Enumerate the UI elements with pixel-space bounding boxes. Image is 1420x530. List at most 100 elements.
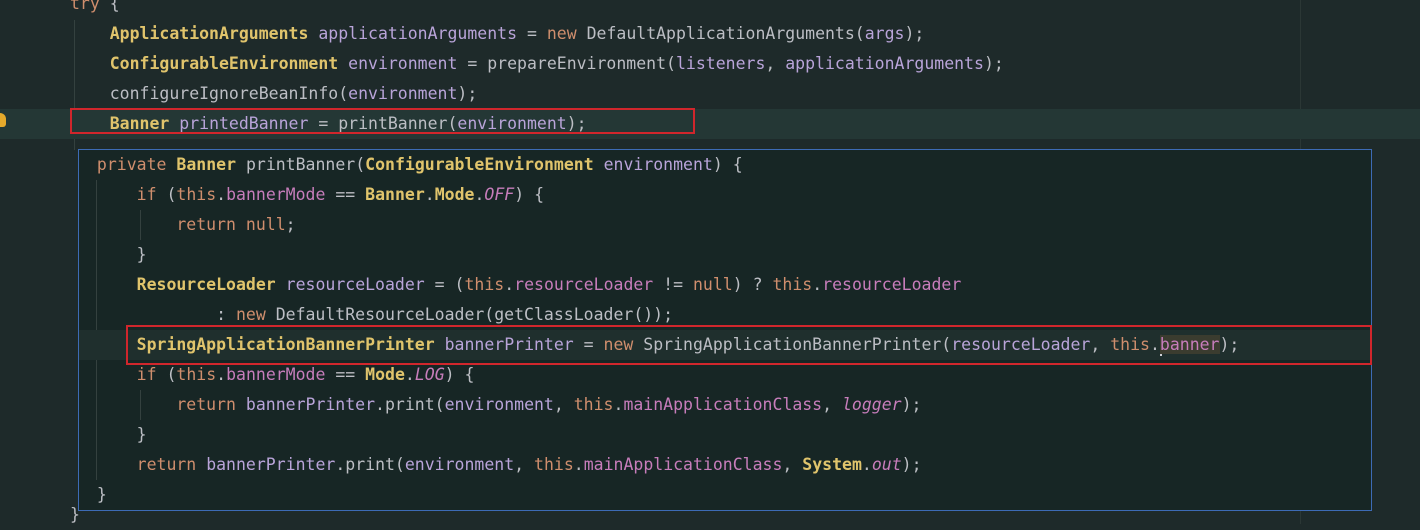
code-token: Banner (176, 155, 237, 174)
code-token: = ( (424, 275, 465, 294)
popup-line-if-off[interactable]: if (this.bannerMode == Banner.Mode.OFF) … (79, 180, 1371, 210)
code-token: if (136, 365, 157, 384)
code-token: , (1090, 335, 1111, 354)
code-token: ( (156, 365, 177, 384)
code-token: ); (566, 114, 587, 133)
code-token: ConfigurableEnvironment (109, 54, 339, 73)
code-token: ApplicationArguments (109, 24, 309, 43)
code-token: ); (1219, 335, 1240, 354)
code-token: . (613, 395, 624, 414)
code-token: LOG (414, 365, 445, 384)
code-token: . (216, 185, 227, 204)
code-token: environment (603, 155, 713, 174)
code-token: ) { (514, 185, 545, 204)
line-content: private Banner printBanner(ConfigurableE… (79, 155, 743, 174)
popup-line-default-loader[interactable]: : new DefaultResourceLoader(getClassLoad… (79, 300, 1371, 330)
code-editor[interactable]: try { ApplicationArguments applicationAr… (0, 0, 1420, 524)
code-token: resourceLoader (285, 275, 425, 294)
code-token: Mode (434, 185, 475, 204)
code-token: != (653, 275, 693, 294)
code-token: if (136, 185, 157, 204)
code-token: , (514, 455, 535, 474)
code-token: this (573, 395, 614, 414)
line-content: return bannerPrinter.print(environment, … (79, 395, 921, 414)
lightbulb-icon[interactable] (0, 113, 6, 127)
code-token: ); (901, 395, 922, 414)
code-token: environment (404, 455, 515, 474)
code-token: , (822, 395, 842, 414)
line-content: configureIgnoreBeanInfo(environment); (0, 84, 478, 103)
popup-line-return-logger[interactable]: return bannerPrinter.print(environment, … (79, 390, 1371, 420)
code-token: this (772, 275, 813, 294)
code-token: return (176, 215, 236, 234)
code-line-environment[interactable]: ConfigurableEnvironment environment = pr… (0, 49, 1420, 79)
code-token: .print( (335, 455, 405, 474)
quick-definition-popup[interactable]: private Banner printBanner(ConfigurableE… (78, 149, 1372, 511)
code-token: bannerPrinter (444, 335, 574, 354)
code-token: DefaultResourceLoader(getClassLoader()); (265, 305, 674, 324)
popup-line-return-null[interactable]: return null; (79, 210, 1371, 240)
code-token: } (136, 425, 147, 444)
code-token: ( (156, 185, 177, 204)
code-line-printed-banner[interactable]: Banner printedBanner = printBanner(envir… (0, 109, 1420, 139)
code-token: ) { (712, 155, 743, 174)
code-token: this (534, 455, 574, 474)
code-token: = (517, 24, 547, 43)
code-token: new (546, 24, 577, 43)
code-token: ) { (444, 365, 475, 384)
code-token: . (424, 185, 435, 204)
code-token: applicationArguments (318, 24, 518, 43)
code-token: . (861, 455, 872, 474)
code-token: resourceLoader (514, 275, 654, 294)
line-content: } (79, 485, 107, 504)
code-token: resourceLoader (951, 335, 1091, 354)
code-token: Banner (365, 185, 425, 204)
code-token: == (325, 185, 366, 204)
code-token: applicationArguments (785, 54, 984, 73)
code-token: logger (842, 395, 902, 414)
code-token: } (96, 485, 107, 504)
popup-line-banner-printer[interactable]: SpringApplicationBannerPrinter bannerPri… (79, 330, 1371, 360)
line-content: } (79, 245, 147, 264)
line-content: return null; (79, 215, 295, 234)
code-token: mainApplicationClass (623, 395, 823, 414)
popup-line-signature[interactable]: private Banner printBanner(ConfigurableE… (79, 150, 1371, 180)
code-token: null (693, 275, 733, 294)
line-content: if (this.bannerMode == Mode.LOG) { (79, 365, 475, 384)
code-token: out (871, 455, 902, 474)
code-token: SpringApplicationBannerPrinter (136, 335, 435, 354)
code-token: configureIgnoreBeanInfo( (109, 84, 349, 103)
popup-line-resource-loader[interactable]: ResourceLoader resourceLoader = (this.re… (79, 270, 1371, 300)
line-content: Banner printedBanner = printBanner(envir… (0, 114, 587, 133)
code-token: args (864, 24, 905, 43)
code-line-try[interactable]: try { (0, 0, 1420, 19)
code-token: environment (457, 114, 567, 133)
line-content: ConfigurableEnvironment environment = pr… (0, 54, 1004, 73)
code-token: environment (444, 395, 554, 414)
line-content: ResourceLoader resourceLoader = (this.re… (79, 275, 962, 294)
code-token: , (553, 395, 574, 414)
popup-line-return-system-out[interactable]: return bannerPrinter.print(environment, … (79, 450, 1371, 480)
line-content: SpringApplicationBannerPrinter bannerPri… (79, 335, 1240, 356)
code-token: printBanner( (236, 155, 366, 174)
popup-line-closing[interactable]: } (79, 480, 1371, 510)
code-token: private (96, 155, 167, 174)
code-token: . (504, 275, 515, 294)
popup-line-brace-2[interactable]: } (79, 420, 1371, 450)
code-token: bannerPrinter (206, 455, 336, 474)
popup-line-if-log[interactable]: if (this.bannerMode == Mode.LOG) { (79, 360, 1371, 390)
code-token: listeners (675, 54, 766, 73)
code-token: Mode (365, 365, 405, 384)
code-line-configure-ignore[interactable]: configureIgnoreBeanInfo(environment); (0, 79, 1420, 109)
code-token: { (99, 0, 120, 13)
code-token: SpringApplicationBannerPrinter( (633, 335, 952, 354)
popup-line-brace[interactable]: } (79, 240, 1371, 270)
code-line-application-arguments[interactable]: ApplicationArguments applicationArgument… (0, 19, 1420, 49)
line-content: ApplicationArguments applicationArgument… (0, 24, 925, 43)
code-token: DefaultApplicationArguments( (576, 24, 865, 43)
